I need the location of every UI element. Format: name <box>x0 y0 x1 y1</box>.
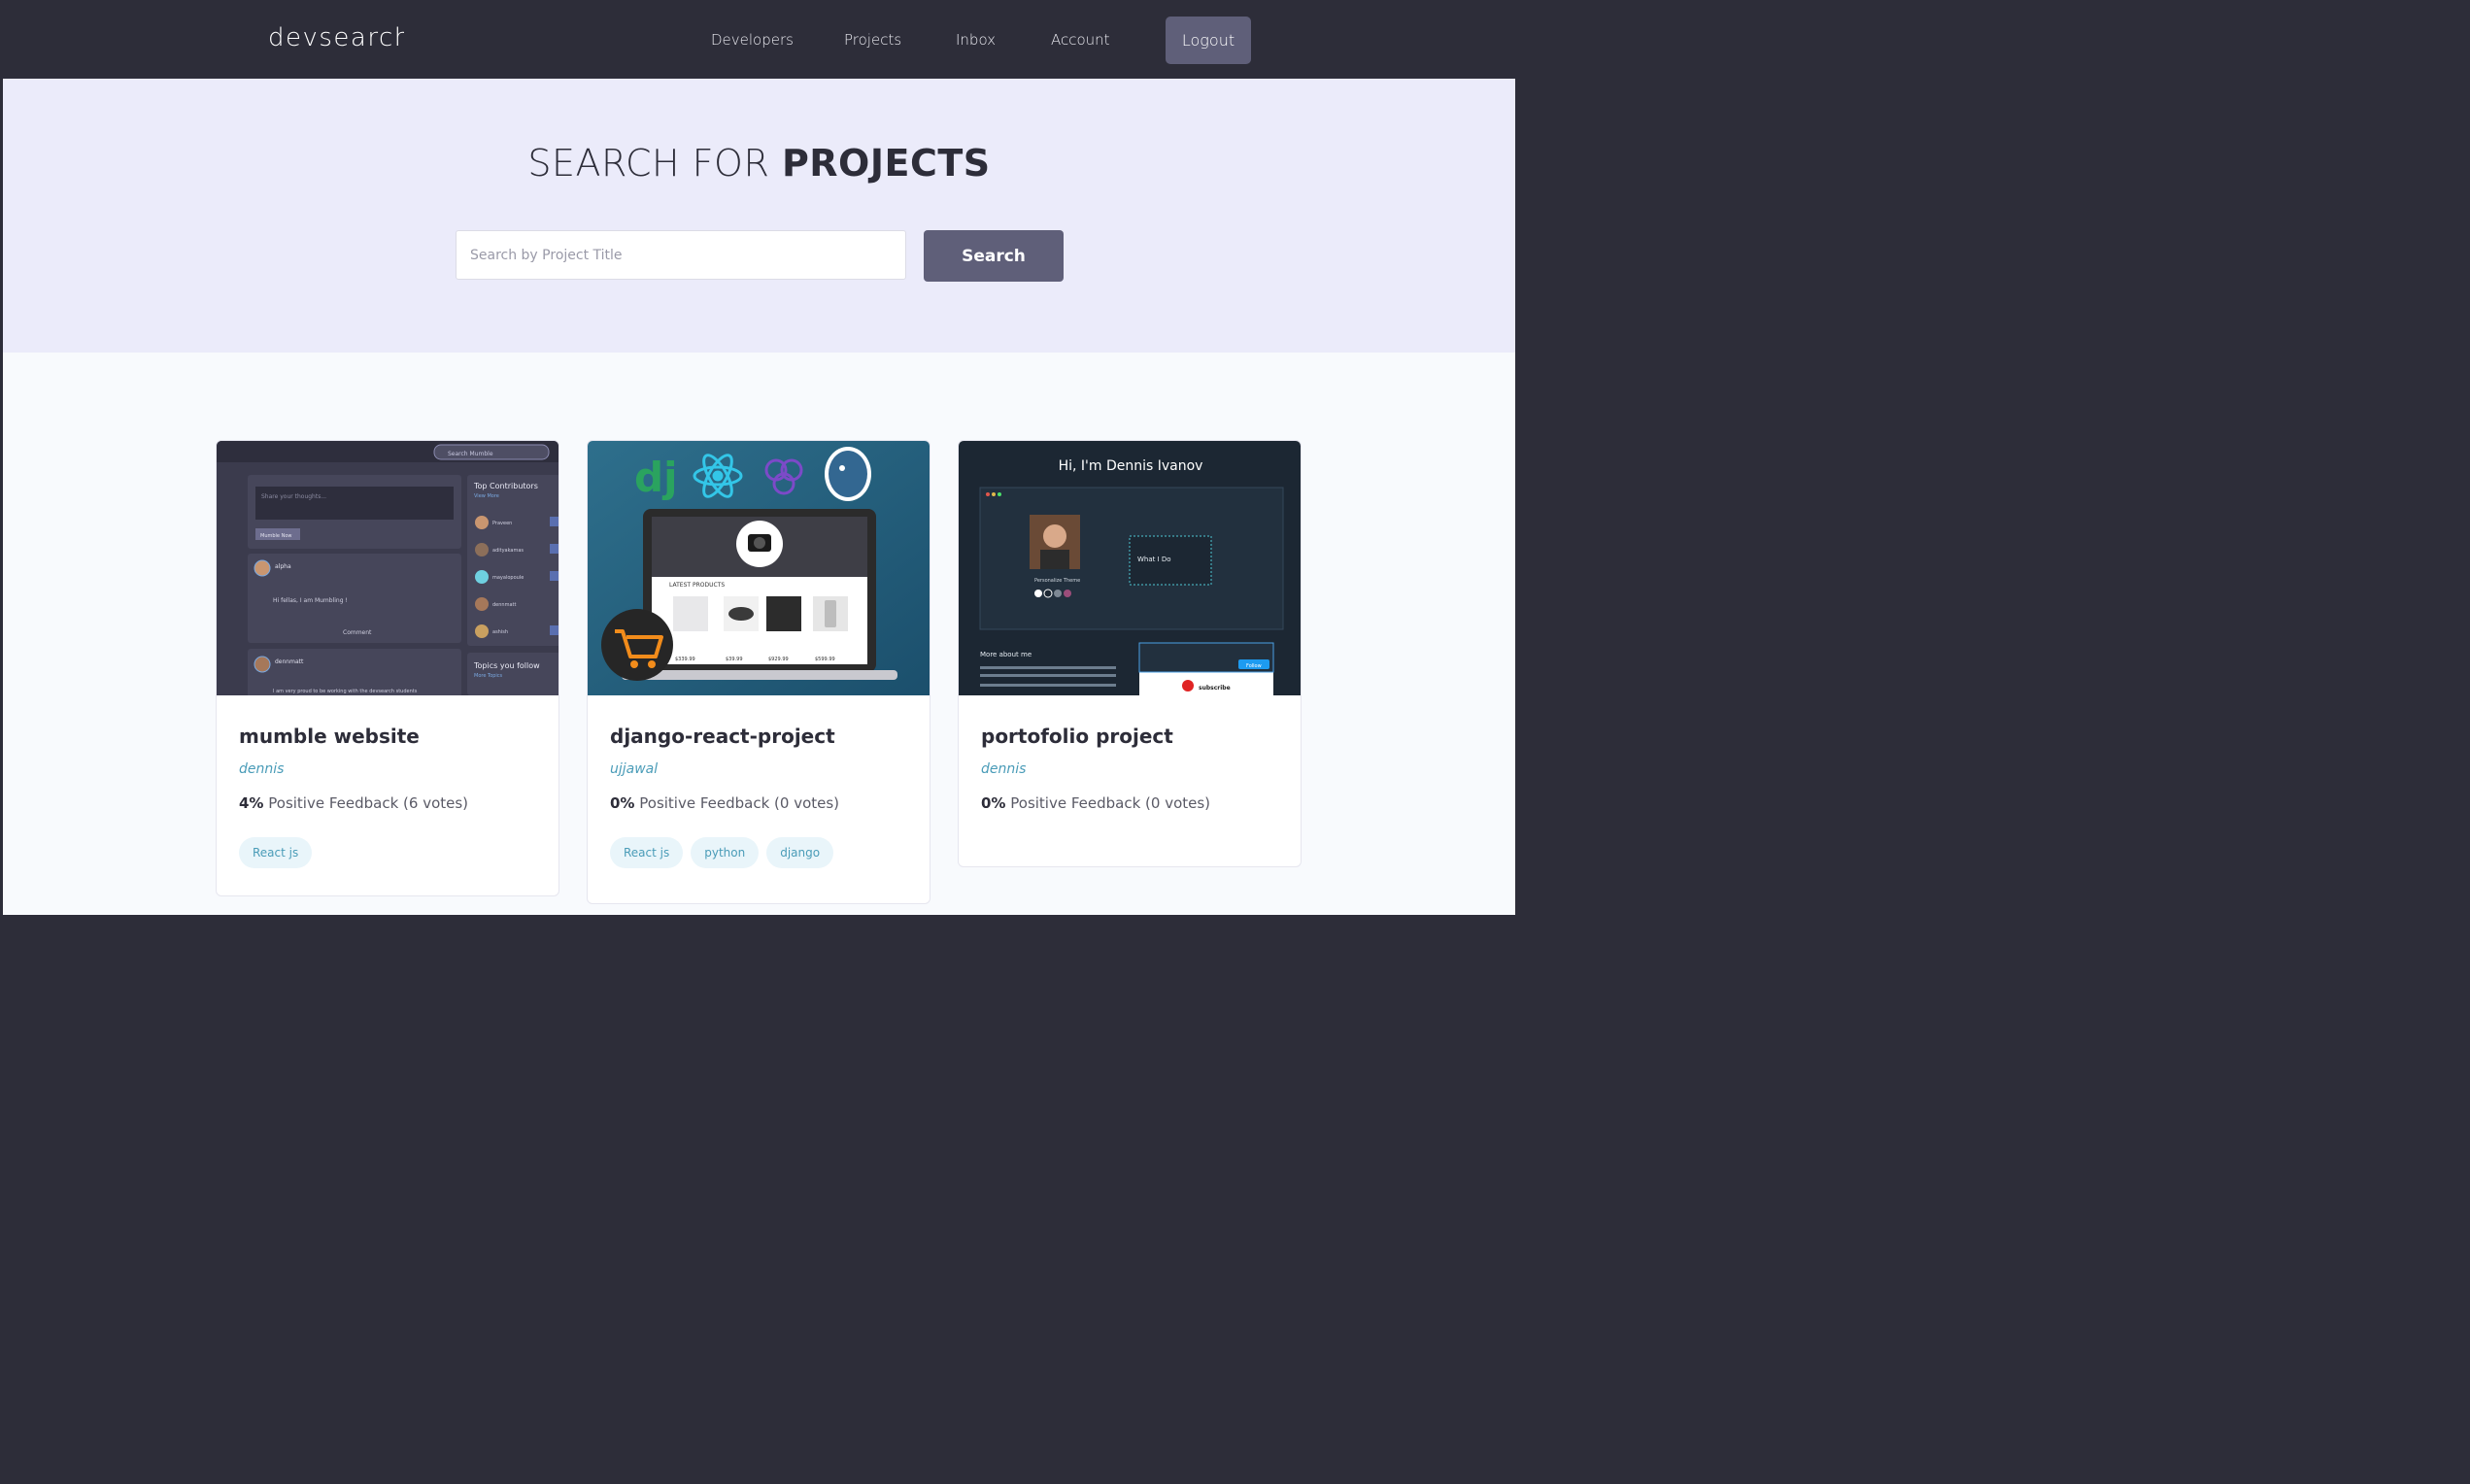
svg-text:View More: View More <box>474 493 499 499</box>
svg-text:More about me: More about me <box>980 651 1032 658</box>
page-title-light: SEARCH FOR <box>527 142 782 185</box>
feedback-text: Positive Feedback (6 votes) <box>268 794 469 812</box>
nav-inbox[interactable]: Inbox <box>956 31 996 49</box>
mumble-screenshot: Search Mumble Share your thoughts... Mum… <box>217 441 558 695</box>
project-title[interactable]: portofolio project <box>981 725 1278 748</box>
tag[interactable]: React js <box>610 837 684 868</box>
card-body: django-react-project ujjawal 0% Positive… <box>588 695 930 903</box>
svg-text:$39.99: $39.99 <box>726 657 743 662</box>
project-card[interactable]: Hi, I'm Dennis Ivanov Personalize Theme … <box>958 440 1302 867</box>
project-feedback: 4% Positive Feedback (6 votes) <box>239 794 536 812</box>
tag-list: React js python django <box>610 837 907 868</box>
svg-text:ashish: ashish <box>492 629 508 635</box>
portfolio-screenshot: Hi, I'm Dennis Ivanov Personalize Theme … <box>959 441 1301 695</box>
svg-text:Mumble Now: Mumble Now <box>260 533 291 539</box>
svg-text:What I Do: What I Do <box>1137 556 1171 563</box>
project-title[interactable]: django-react-project <box>610 725 907 748</box>
search-input[interactable] <box>456 230 906 280</box>
nav-developers[interactable]: Developers <box>711 31 794 49</box>
svg-text:$339.99: $339.99 <box>675 657 695 662</box>
card-body: portofolio project dennis 0% Positive Fe… <box>959 695 1301 866</box>
svg-text:mayalopoule: mayalopoule <box>492 575 524 581</box>
feedback-percent: 4% <box>239 794 264 812</box>
svg-text:Praveen: Praveen <box>492 521 512 526</box>
project-thumbnail[interactable]: dj LATEST PRODUCTS $339.99 $39.99 $929.9… <box>588 441 930 695</box>
logout-button[interactable]: Logout <box>1166 17 1251 64</box>
page-title-bold: PROJECTS <box>781 142 991 185</box>
project-card[interactable]: dj LATEST PRODUCTS $339.99 $39.99 $929.9… <box>587 440 930 904</box>
svg-text:LATEST PRODUCTS: LATEST PRODUCTS <box>669 582 725 589</box>
logo[interactable]: devsearch <box>268 22 404 53</box>
svg-text:dennmatt: dennmatt <box>275 658 304 665</box>
shopping-cart-icon <box>601 609 673 681</box>
page-title: SEARCH FOR PROJECTS <box>3 142 1515 185</box>
svg-text:dennmatt: dennmatt <box>492 602 516 608</box>
logo-wordmark: devsearch <box>268 23 404 52</box>
logo-text: devsearch <box>268 23 404 52</box>
svg-text:Hi fellas, I am Mumbling !: Hi fellas, I am Mumbling ! <box>273 597 348 604</box>
tag[interactable]: React js <box>239 837 313 868</box>
svg-text:I am very proud to be working: I am very proud to be working with the d… <box>273 689 418 694</box>
svg-text:Share your thoughts...: Share your thoughts... <box>261 493 326 500</box>
feedback-percent: 0% <box>610 794 635 812</box>
svg-text:subscribe: subscribe <box>1199 685 1231 691</box>
django-react-screenshot: dj LATEST PRODUCTS $339.99 $39.99 $929.9… <box>588 441 930 695</box>
tag[interactable]: python <box>691 837 760 868</box>
top-navbar: devsearch Developers Projects Inbox Acco… <box>3 1 1515 79</box>
project-owner[interactable]: dennis <box>981 761 1278 777</box>
feedback-percent: 0% <box>981 794 1006 812</box>
project-feedback: 0% Positive Feedback (0 votes) <box>610 794 907 812</box>
svg-text:Topics you follow: Topics you follow <box>473 661 540 670</box>
search-hero: SEARCH FOR PROJECTS Search <box>3 79 1515 353</box>
svg-text:Top Contributors: Top Contributors <box>473 482 538 490</box>
app-frame: devsearch Developers Projects Inbox Acco… <box>3 1 1515 915</box>
svg-text:Follow: Follow <box>1246 663 1262 669</box>
search-button[interactable]: Search <box>924 230 1064 282</box>
project-thumbnail[interactable]: Search Mumble Share your thoughts... Mum… <box>217 441 558 695</box>
project-owner[interactable]: ujjawal <box>610 761 907 777</box>
nav-projects[interactable]: Projects <box>844 31 901 49</box>
tag-list: React js <box>239 837 536 868</box>
tag[interactable]: django <box>766 837 834 868</box>
svg-text:Personalize Theme: Personalize Theme <box>1034 578 1080 584</box>
card-body: mumble website dennis 4% Positive Feedba… <box>217 695 558 895</box>
svg-text:Search Mumble: Search Mumble <box>448 451 493 457</box>
svg-text:Hi, I'm Dennis Ivanov: Hi, I'm Dennis Ivanov <box>1059 458 1203 474</box>
project-thumbnail[interactable]: Hi, I'm Dennis Ivanov Personalize Theme … <box>959 441 1301 695</box>
project-owner[interactable]: dennis <box>239 761 536 777</box>
django-logo: dj <box>634 454 677 501</box>
svg-text:More Topics: More Topics <box>474 673 503 679</box>
svg-text:adityakamas: adityakamas <box>492 548 524 554</box>
nav-account[interactable]: Account <box>1051 31 1110 49</box>
feedback-text: Positive Feedback (0 votes) <box>639 794 840 812</box>
svg-text:$599.99: $599.99 <box>815 657 835 662</box>
svg-text:$929.99: $929.99 <box>768 657 789 662</box>
project-title[interactable]: mumble website <box>239 725 536 748</box>
feedback-text: Positive Feedback (0 votes) <box>1010 794 1211 812</box>
svg-text:alpha: alpha <box>275 563 291 570</box>
svg-text:Comment: Comment <box>343 629 372 636</box>
project-card[interactable]: Search Mumble Share your thoughts... Mum… <box>216 440 559 896</box>
postgres-logo <box>825 447 871 501</box>
project-feedback: 0% Positive Feedback (0 votes) <box>981 794 1278 812</box>
